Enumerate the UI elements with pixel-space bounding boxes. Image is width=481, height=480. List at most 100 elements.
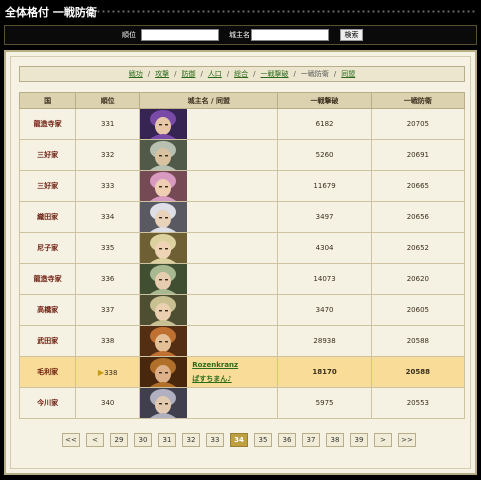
page-button-34: 34 [230, 433, 248, 447]
clan-cell: 三好家 [18, 139, 77, 171]
rank-value: 337 [101, 306, 115, 314]
header-rank: 順位 [75, 92, 141, 109]
page-button-31[interactable]: 31 [158, 433, 176, 447]
defense-cell: 20652 [370, 232, 466, 264]
tab-separator: / [174, 70, 177, 78]
rank-value: 338 [104, 368, 118, 377]
title-bar: 全体格付 一戦防衛 [0, 0, 481, 22]
page-button-39[interactable]: 39 [350, 433, 368, 447]
rank-value: 331 [101, 120, 115, 128]
lord-cell [139, 294, 279, 326]
lord-name-link[interactable]: Rozenkranz [192, 358, 238, 372]
table-row: 龍造寺家 331 6182 20705 [18, 108, 466, 140]
defense-cell: 20553 [370, 387, 466, 419]
clan-cell: 龍造寺家 [18, 263, 77, 295]
page-button-30[interactable]: 30 [134, 433, 152, 447]
rank-value: 340 [101, 399, 115, 407]
first-page-button[interactable]: << [62, 433, 80, 447]
table-row: 龍造寺家 336 14073 20620 [18, 263, 466, 295]
rank-cell: 334 [75, 201, 141, 233]
lord-avatar[interactable] [140, 202, 188, 232]
lord-avatar[interactable] [140, 233, 188, 263]
lord-cell: Rozenkranz ぱすちまん♪ [139, 356, 279, 388]
page-button-36[interactable]: 36 [278, 433, 296, 447]
page-button-37[interactable]: 37 [302, 433, 320, 447]
lord-cell [139, 108, 279, 140]
page-button-38[interactable]: 38 [326, 433, 344, 447]
table-row: 武田家 338 28938 20588 [18, 325, 466, 357]
rank-cell: 331 [75, 108, 141, 140]
table-row: 高橋家 337 3470 20605 [18, 294, 466, 326]
tab-1[interactable]: 攻撃 [155, 70, 169, 78]
page-button-33[interactable]: 33 [206, 433, 224, 447]
defense-cell: 20605 [370, 294, 466, 326]
rank-cell: 335 [75, 232, 141, 264]
rank-cell: 333 [75, 170, 141, 202]
tab-separator: / [293, 70, 296, 78]
kill-cell: 3497 [277, 201, 372, 233]
tab-separator: / [226, 70, 230, 78]
lord-label: 城主名 [229, 31, 250, 39]
kill-cell: 14073 [277, 263, 372, 295]
lord-search-input[interactable] [251, 29, 329, 41]
rank-value: 334 [101, 213, 115, 221]
lord-avatar[interactable] [140, 109, 188, 139]
clan-cell: 今川家 [18, 387, 77, 419]
rank-value: 335 [101, 244, 115, 252]
lord-avatar[interactable] [140, 388, 188, 418]
page-button-29[interactable]: 29 [110, 433, 128, 447]
header-clan: 国 [18, 92, 77, 109]
lord-avatar[interactable] [140, 295, 188, 325]
tab-separator: / [147, 70, 151, 78]
kill-cell: 3470 [277, 294, 372, 326]
rank-value: 333 [101, 182, 115, 190]
lord-avatar[interactable] [140, 357, 188, 387]
prev-page-button[interactable]: < [86, 433, 104, 447]
clan-cell: 高橋家 [18, 294, 77, 326]
tab-4[interactable]: 総合 [234, 70, 248, 78]
table-header-row: 国 順位 城主名 / 同盟 一戦撃破 一戦防衛 [18, 92, 466, 109]
kill-cell: 18170 [277, 356, 372, 388]
defense-cell: 20665 [370, 170, 466, 202]
lord-cell [139, 232, 279, 264]
next-page-button[interactable]: > [374, 433, 392, 447]
clan-cell: 龍造寺家 [18, 108, 77, 140]
rank-cell: ▶338 [75, 356, 141, 388]
rank-cell: 332 [75, 139, 141, 171]
lord-cell [139, 387, 279, 419]
tab-7[interactable]: 同盟 [341, 70, 355, 78]
lord-avatar[interactable] [140, 171, 188, 201]
lord-avatar[interactable] [140, 140, 188, 170]
kill-cell: 6182 [277, 108, 372, 140]
lord-cell [139, 170, 279, 202]
defense-cell: 20656 [370, 201, 466, 233]
kill-cell: 11679 [277, 170, 372, 202]
rank-value: 332 [101, 151, 115, 159]
tab-0[interactable]: 戦功 [129, 70, 143, 78]
alliance-link[interactable]: ぱすちまん♪ [192, 372, 238, 386]
rank-search-input[interactable] [141, 29, 219, 41]
defense-cell: 20588 [370, 356, 466, 388]
defense-cell: 20705 [370, 108, 466, 140]
page-button-35[interactable]: 35 [254, 433, 272, 447]
tab-separator: / [253, 70, 256, 78]
tab-5[interactable]: 一戦撃破 [261, 70, 289, 78]
search-button[interactable]: 検索 [340, 29, 363, 41]
lord-avatar[interactable] [140, 326, 188, 356]
tab-separator: / [333, 70, 337, 78]
search-bar: 順位 城主名 検索 [4, 25, 477, 45]
ranking-panel: 戦功 / 攻撃 / 防御 / 人口 / 総合 / 一戦撃破 / 一戦防衛 / 同盟 国 順位 城主名 / 同… [4, 50, 477, 475]
last-page-button[interactable]: >> [398, 433, 416, 447]
defense-cell: 20588 [370, 325, 466, 357]
tab-3[interactable]: 人口 [208, 70, 222, 78]
page-button-32[interactable]: 32 [182, 433, 200, 447]
rank-cell: 340 [75, 387, 141, 419]
lord-cell [139, 201, 279, 233]
lord-avatar[interactable] [140, 264, 188, 294]
clan-cell: 三好家 [18, 170, 77, 202]
table-row: 今川家 340 5975 20553 [18, 387, 466, 419]
rank-value: 336 [101, 275, 115, 283]
table-row: 織田家 334 3497 20656 [18, 201, 466, 233]
tab-2[interactable]: 防御 [181, 70, 195, 78]
ranking-tabs: 戦功 / 攻撃 / 防御 / 人口 / 総合 / 一戦撃破 / 一戦防衛 / 同盟 [19, 66, 465, 82]
